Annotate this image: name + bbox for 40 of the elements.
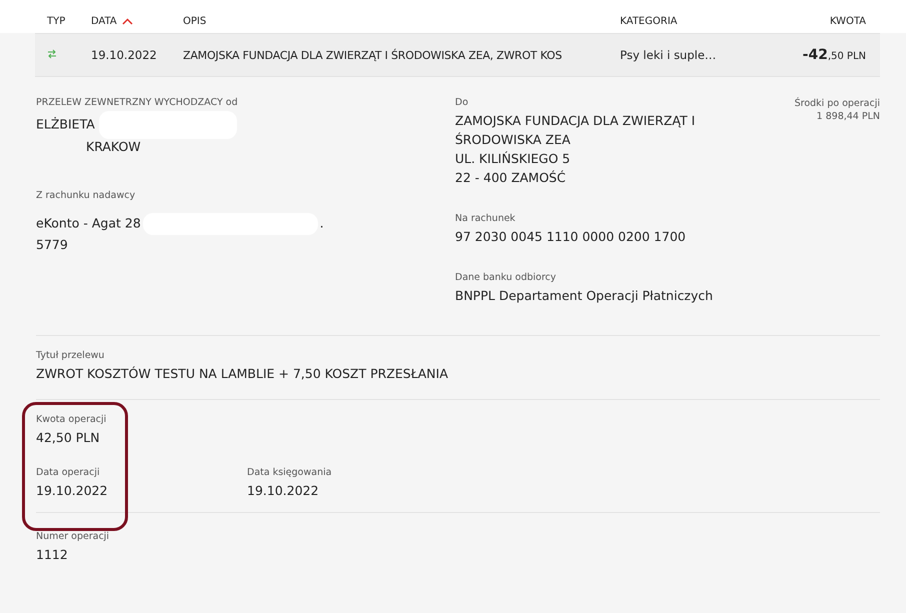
from-account-number: 5779 — [36, 236, 69, 254]
operation-date-value: 19.10.2022 — [36, 482, 109, 500]
booking-date-value: 19.10.2022 — [247, 482, 320, 500]
transfer-arrows-icon — [47, 49, 57, 59]
recipient-line: UL. KILIŃSKIEGO 5 — [455, 150, 572, 168]
sender-name: ELŻBIETA — [36, 116, 95, 132]
bank-label: Dane banku odbiorcy — [455, 272, 558, 283]
column-header[interactable]: TYP — [47, 16, 66, 27]
column-header[interactable]: KWOTA — [830, 16, 866, 27]
recipient-label: Do — [455, 97, 470, 108]
table-cell-text: Psy leki i suple… — [620, 48, 718, 62]
table-cell-text: ZAMOJSKA FUNDACJA DLA ZWIERZĄT I ŚRODOWISKA ZEA, ZWROT KOS — [183, 48, 563, 62]
booking-date-label: Data księgowania — [247, 467, 333, 478]
recipient-line: ŚRODOWISKA ZEA — [455, 131, 572, 149]
bank-value: BNPPL Departament Operacji Płatniczych — [455, 287, 714, 305]
recipient-line: ZAMOJSKA FUNDACJA DLA ZWIERZĄT I — [455, 112, 696, 130]
sort-caret-icon — [122, 18, 133, 25]
amount-value: 42,50 PLN — [36, 429, 101, 447]
operation-date-label: Data operacji — [36, 467, 101, 478]
recipient-line: 22 - 400 ZAMOŚĆ — [455, 169, 567, 187]
to-account-value: 97 2030 0045 1110 0000 0200 1700 — [455, 228, 687, 246]
operation-number-value: 1112 — [36, 546, 69, 564]
from-account-value: eKonto - Agat 28 — [36, 215, 141, 230]
balance-value: 1 898,44 PLN — [816, 110, 880, 123]
table-cell-text: 19.10.2022 — [91, 48, 158, 62]
column-header[interactable]: KATEGORIA — [620, 16, 678, 27]
sender-label: PRZELEW ZEWNETRZNY WYCHODZACY od — [36, 97, 239, 108]
column-header[interactable]: DATA — [91, 16, 133, 27]
balance-label: Środki po operacji — [794, 97, 880, 110]
from-account-dot: . — [320, 215, 324, 230]
amount-label: Kwota operacji — [36, 414, 108, 425]
transfer-title-label: Tytuł przelewu — [36, 350, 106, 361]
column-header[interactable]: OPIS — [183, 16, 206, 27]
sender-city: KRAKOW — [86, 139, 141, 154]
transfer-title-value: ZWROT KOSZTÓW TESTU NA LAMBLIE + 7,50 KOSZT PRZESŁANIA — [36, 365, 449, 383]
amount-cell-text: -42,50 PLN — [802, 47, 867, 63]
to-account-label: Na rachunek — [455, 213, 516, 224]
transaction-row[interactable]: 19.10.2022 ZAMOJSKA FUNDACJA DLA ZWIERZĄT I ŚRODOWISKA ZEA, ZWROT KOS Psy leki i suple… -42,50 PLN — [35, 34, 880, 76]
operation-number-label: Numer operacji — [36, 531, 110, 542]
from-account-label: Z rachunku nadawcy — [36, 190, 136, 201]
